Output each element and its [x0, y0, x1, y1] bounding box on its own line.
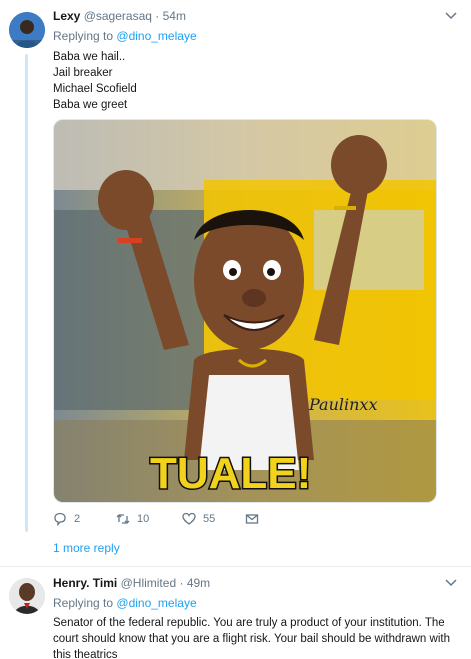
chevron-down-icon[interactable] — [445, 12, 457, 20]
timestamp[interactable]: 54m — [163, 9, 186, 23]
tweet-line: Baba we hail.. — [53, 51, 126, 63]
avatar[interactable] — [9, 12, 45, 48]
replying-label: Replying to — [53, 29, 114, 43]
tweet-header: Henry. Timi @Hlimited · 49m — [53, 576, 210, 590]
replying-label: Replying to — [53, 596, 114, 610]
retweet-count: 10 — [137, 513, 150, 525]
display-name[interactable]: Lexy — [53, 9, 80, 23]
tweet-text: Baba we hail.. Jail breaker Michael Scof… — [53, 49, 137, 113]
media-signature: Paulinxx — [308, 395, 377, 414]
media-caption: TUALE! — [150, 449, 311, 498]
message-icon — [245, 514, 259, 524]
separator: · — [179, 576, 184, 590]
reply-icon — [54, 512, 66, 526]
display-name[interactable]: Henry. Timi — [53, 576, 117, 590]
like-count: 55 — [203, 513, 216, 525]
tweet-media-image[interactable]: TUALE! Paulinxx — [53, 119, 437, 503]
like-icon — [182, 512, 196, 525]
timestamp[interactable]: 49m — [187, 576, 210, 590]
user-handle[interactable]: @Hlimited — [121, 576, 177, 590]
tweet-text: Senator of the federal republic. You are… — [53, 617, 450, 659]
like-action[interactable]: 55 — [182, 512, 215, 526]
tweet-header: Lexy @sagerasaq · 54m — [53, 9, 186, 23]
tweet-line: Baba we greet — [53, 99, 128, 111]
replying-to: Replying to @dino_melaye — [53, 596, 197, 610]
avatar[interactable] — [9, 578, 45, 614]
tweet-henry-timi[interactable]: Henry. Timi @Hlimited · 49m Replying to … — [0, 566, 471, 659]
replying-to-link[interactable]: @dino_melaye — [116, 29, 196, 43]
retweet-action[interactable]: 10 — [116, 512, 149, 526]
message-action[interactable] — [245, 512, 259, 526]
thread-line — [25, 54, 28, 532]
reply-count: 2 — [74, 513, 81, 525]
replying-to: Replying to @dino_melaye — [53, 29, 197, 43]
tweet-lexy[interactable]: Lexy @sagerasaq · 54m Replying to @dino_… — [0, 0, 471, 566]
replying-to-link[interactable]: @dino_melaye — [116, 596, 196, 610]
chevron-down-icon[interactable] — [445, 579, 457, 587]
retweet-icon — [116, 514, 130, 524]
more-replies-link[interactable]: 1 more reply — [53, 541, 120, 555]
tweet-actions: 2 10 55 — [53, 512, 293, 530]
reply-action[interactable]: 2 — [53, 512, 80, 526]
tweet-line: Jail breaker — [53, 67, 113, 79]
separator: · — [155, 9, 160, 23]
tweet-line: Michael Scofield — [53, 83, 137, 95]
user-handle[interactable]: @sagerasaq — [84, 9, 152, 23]
